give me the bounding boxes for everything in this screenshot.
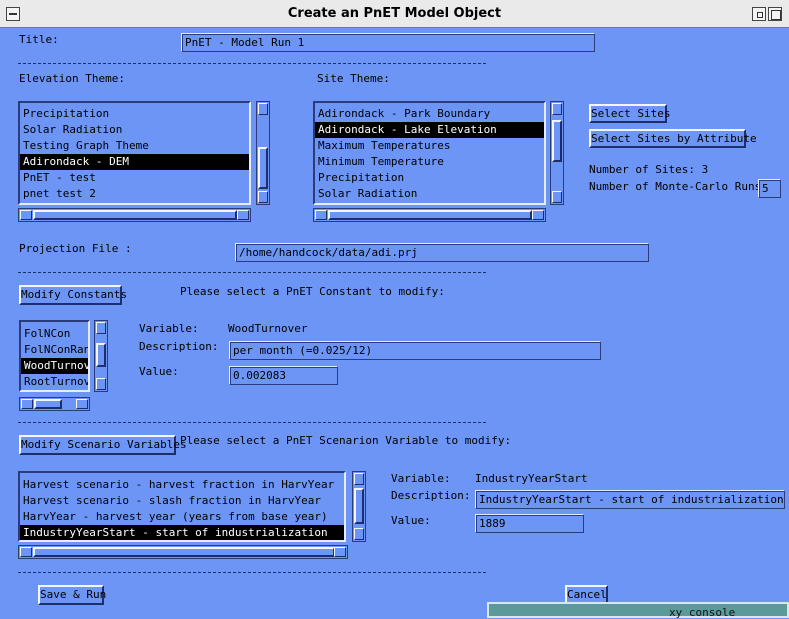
scroll-down-icon[interactable] bbox=[354, 528, 364, 540]
scroll-thumb[interactable] bbox=[34, 399, 62, 409]
modify-constants-button[interactable]: Modify Constants bbox=[19, 285, 127, 305]
constants-vscrollbar[interactable] bbox=[94, 320, 108, 392]
elevation-theme-list[interactable]: Precipitation Solar Radiation Testing Grap… bbox=[18, 101, 251, 205]
number-of-sites-label: Number of Sites: 3 bbox=[589, 163, 709, 176]
scenario-variable-label: Variable: bbox=[391, 472, 451, 485]
scenario-list[interactable]: Harvest scenario - harvest fraction in H… bbox=[18, 471, 346, 542]
monte-carlo-runs-label: Number of Monte-Carlo Runs: bbox=[589, 180, 768, 193]
monte-carlo-runs-input[interactable]: 5 bbox=[758, 179, 781, 198]
constant-value-input[interactable]: 0.002083 bbox=[229, 366, 338, 385]
scenario-variable-item[interactable]: IndustryYearStart - start of industriali… bbox=[20, 525, 344, 540]
scenario-vscrollbar[interactable] bbox=[352, 471, 366, 542]
scroll-up-icon[interactable] bbox=[258, 103, 268, 115]
constant-description-input[interactable]: per month (=0.025/12) bbox=[229, 341, 601, 360]
site-theme-list[interactable]: Adirondack - Park Boundary Adirondack - L… bbox=[313, 101, 546, 205]
projection-file-label: Projection File : bbox=[19, 242, 132, 255]
console-title: xy console bbox=[669, 606, 736, 619]
scenario-variable-item[interactable]: Harvest scenario - slash fraction in Har… bbox=[20, 493, 344, 509]
scenario-description-label: Description: bbox=[391, 489, 471, 502]
site-theme-label: Site Theme: bbox=[317, 72, 390, 85]
window-titlebar[interactable]: Create an PnET Model Object bbox=[0, 0, 789, 28]
site-theme-item[interactable]: Precipitation bbox=[315, 170, 544, 186]
scroll-up-icon[interactable] bbox=[96, 322, 106, 334]
title-label: Title: bbox=[19, 33, 59, 46]
scroll-right-icon[interactable] bbox=[532, 210, 544, 220]
divider bbox=[18, 63, 486, 64]
site-theme-item[interactable]: Solar Radiation bbox=[315, 186, 544, 202]
scroll-thumb[interactable] bbox=[328, 210, 532, 220]
constant-variable-value: WoodTurnover bbox=[228, 322, 308, 335]
scroll-down-icon[interactable] bbox=[258, 191, 268, 203]
projection-file-input[interactable]: /home/handcock/data/adi.prj bbox=[235, 243, 649, 262]
constants-hscrollbar[interactable] bbox=[19, 397, 90, 411]
site-theme-item[interactable]: Adirondack - Lake Elevation bbox=[315, 122, 544, 138]
constant-variable-label: Variable: bbox=[139, 322, 199, 335]
scroll-thumb[interactable] bbox=[96, 343, 106, 367]
scenario-variable-item[interactable]: Harvest scenario - harvest fraction in H… bbox=[20, 477, 344, 493]
scroll-left-icon[interactable] bbox=[315, 210, 327, 220]
window-title: Create an PnET Model Object bbox=[287, 6, 502, 21]
constant-item[interactable]: FolNConRange bbox=[21, 342, 88, 358]
scroll-right-icon[interactable] bbox=[76, 399, 88, 409]
divider bbox=[18, 272, 486, 273]
site-theme-item[interactable]: Adirondack - Park Boundary bbox=[315, 106, 544, 122]
scenario-variable-value: IndustryYearStart bbox=[475, 472, 588, 485]
divider bbox=[18, 572, 486, 573]
scroll-up-icon[interactable] bbox=[354, 473, 364, 485]
modify-scenario-variables-button[interactable]: Modify Scenario Variables bbox=[19, 435, 187, 455]
select-sites-button[interactable]: Select Sites bbox=[589, 104, 670, 123]
elevation-theme-item[interactable]: Adirondack - DEM bbox=[20, 154, 249, 170]
constant-item[interactable]: RootTurnover bbox=[21, 374, 88, 390]
scroll-right-icon[interactable] bbox=[237, 210, 249, 220]
elevation-hscrollbar[interactable] bbox=[18, 208, 251, 222]
title-input[interactable]: PnET - Model Run 1 bbox=[181, 33, 595, 52]
scroll-thumb[interactable] bbox=[33, 547, 335, 557]
minimize-icon[interactable] bbox=[752, 7, 766, 21]
select-sites-by-attribute-button[interactable]: Select Sites by Attribute bbox=[589, 129, 757, 148]
scenario-variable-item[interactable]: HarvYear - harvest year (years from base… bbox=[20, 509, 344, 525]
scenario-prompt: Please select a PnET Scenarion Variable … bbox=[180, 434, 512, 447]
scenario-hscrollbar[interactable] bbox=[18, 545, 348, 559]
save-and-run-button[interactable]: Save & Run bbox=[38, 585, 106, 605]
site-vscrollbar[interactable] bbox=[550, 101, 564, 205]
constant-item[interactable]: WoodTurnover bbox=[21, 358, 88, 374]
maximize-icon[interactable] bbox=[768, 7, 782, 21]
console-window[interactable]: xy console bbox=[487, 602, 789, 619]
site-theme-item[interactable]: Maximum Temperatures bbox=[315, 138, 544, 154]
site-hscrollbar[interactable] bbox=[313, 208, 546, 222]
scroll-left-icon[interactable] bbox=[20, 547, 32, 557]
constant-value-label: Value: bbox=[139, 365, 179, 378]
elevation-theme-item[interactable]: Solar Radiation bbox=[20, 122, 249, 138]
scroll-right-icon[interactable] bbox=[334, 547, 346, 557]
scroll-down-icon[interactable] bbox=[552, 191, 562, 203]
site-theme-item[interactable]: Minimum Temperature bbox=[315, 154, 544, 170]
elevation-theme-item[interactable]: Precipitation bbox=[20, 106, 249, 122]
scenario-value-label: Value: bbox=[391, 514, 431, 527]
scroll-up-icon[interactable] bbox=[552, 103, 562, 115]
scroll-left-icon[interactable] bbox=[20, 210, 32, 220]
elevation-vscrollbar[interactable] bbox=[256, 101, 270, 205]
scenario-value-input[interactable]: 1889 bbox=[475, 514, 584, 533]
constant-item[interactable]: FolNCon bbox=[21, 326, 88, 342]
scroll-down-icon[interactable] bbox=[96, 378, 106, 390]
constant-description-label: Description: bbox=[139, 340, 219, 353]
elevation-theme-item[interactable]: Testing Graph Theme bbox=[20, 138, 249, 154]
scroll-thumb[interactable] bbox=[354, 488, 364, 524]
scenario-description-input[interactable]: IndustryYearStart - start of industriali… bbox=[475, 490, 785, 509]
constants-list[interactable]: FolNConFolNConRangeWoodTurnoverRootTurno… bbox=[19, 320, 90, 392]
scroll-thumb[interactable] bbox=[33, 210, 237, 220]
scroll-thumb[interactable] bbox=[552, 120, 562, 162]
divider bbox=[18, 422, 486, 423]
scroll-thumb[interactable] bbox=[258, 147, 268, 189]
elevation-theme-item[interactable]: PnET - test bbox=[20, 170, 249, 186]
constants-prompt: Please select a PnET Constant to modify: bbox=[180, 285, 445, 298]
scroll-left-icon[interactable] bbox=[21, 399, 33, 409]
elevation-theme-label: Elevation Theme: bbox=[19, 72, 125, 85]
elevation-theme-item[interactable]: pnet test 2 bbox=[20, 186, 249, 202]
